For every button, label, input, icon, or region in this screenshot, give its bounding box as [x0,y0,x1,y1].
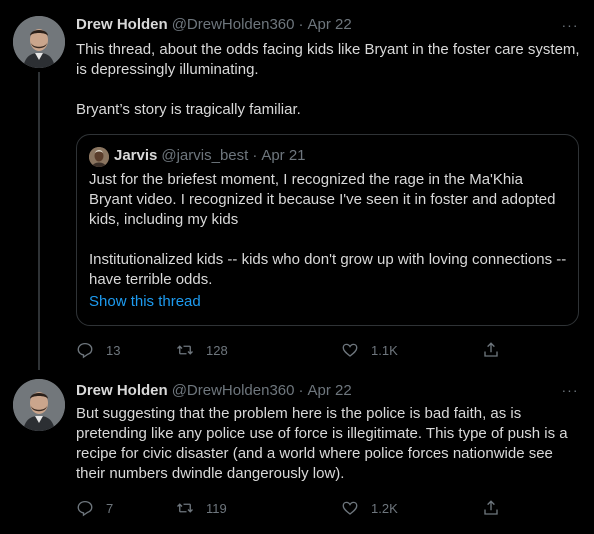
tweet-date[interactable]: Apr 22 [307,16,351,33]
quoted-tweet-text: Just for the briefest moment, I recogniz… [89,170,569,312]
author-display-name[interactable]: Drew Holden [76,382,168,399]
share-button[interactable] [482,340,500,360]
avatar-image [13,16,65,68]
tweet-header: Drew Holden @DrewHolden360 · Apr 22 [76,15,352,35]
more-icon[interactable]: ··· [560,15,580,35]
thread-connector-line [38,72,40,370]
like-button[interactable]: 1.1K [341,340,398,360]
quoted-tweet[interactable]: Jarvis @jarvis_best · Apr 21 Just for the b… [76,134,579,326]
reply-button[interactable]: 7 [76,498,113,518]
tweet[interactable]: Drew Holden @DrewHolden360 · Apr 22 ··· But… [0,370,594,534]
heart-icon [342,343,358,357]
retweet-button[interactable]: 119 [176,498,227,518]
reply-count: 13 [106,342,121,358]
quoted-paragraph: Just for the briefest moment, I recogniz… [89,171,556,228]
retweet-icon [177,503,193,513]
avatar[interactable] [13,379,65,431]
like-count: 1.2K [371,500,398,516]
retweet-count: 128 [206,342,228,358]
quoted-paragraph: Institutionalized kids -- kids who don't… [89,251,567,288]
tweet-actions: 13 128 1.1K [76,340,506,360]
tweet-header: Drew Holden @DrewHolden360 · Apr 22 [76,381,352,401]
header-separator: · [298,16,304,33]
tweet-paragraph: But suggesting that the problem here is … [76,405,568,482]
retweet-button[interactable]: 128 [176,340,228,360]
tweet-actions: 7 119 1.2K [76,498,506,518]
more-icon[interactable]: ··· [560,380,580,400]
tweet[interactable]: Drew Holden @DrewHolden360 · Apr 22 ··· Thi… [0,0,594,370]
share-icon [484,342,498,357]
quoted-tweet-header: Jarvis @jarvis_best · Apr 21 [114,146,306,166]
heart-icon [342,501,358,515]
header-separator: · [298,382,304,399]
tweet-date[interactable]: Apr 22 [307,382,351,399]
avatar-image [13,379,65,431]
show-this-thread-link[interactable]: Show this thread [89,292,201,312]
quoted-header-separator: · [252,147,258,164]
tweet-paragraph: Bryant’s story is tragically familiar. [76,101,301,118]
tweet-paragraph: This thread, about the odds facing kids … [76,41,580,78]
reply-count: 7 [106,500,114,516]
author-handle[interactable]: @DrewHolden360 [172,16,295,33]
quoted-avatar[interactable] [89,147,109,167]
retweet-icon [177,345,193,355]
tweet-text: But suggesting that the problem here is … [76,404,581,484]
avatar[interactable] [13,16,65,68]
reply-icon [77,342,93,359]
retweet-count: 119 [206,500,227,516]
tweet-text: This thread, about the odds facing kids … [76,40,581,120]
quoted-author-handle[interactable]: @jarvis_best [161,147,248,164]
quoted-avatar-image [89,147,109,167]
share-button[interactable] [482,498,500,518]
quoted-author-display-name[interactable]: Jarvis [114,147,157,164]
author-display-name[interactable]: Drew Holden [76,16,168,33]
reply-button[interactable]: 13 [76,340,120,360]
like-count: 1.1K [371,342,398,358]
share-icon [484,500,498,515]
author-handle[interactable]: @DrewHolden360 [172,382,295,399]
like-button[interactable]: 1.2K [341,498,398,518]
quoted-tweet-date[interactable]: Apr 21 [261,147,305,164]
reply-icon [77,500,93,517]
